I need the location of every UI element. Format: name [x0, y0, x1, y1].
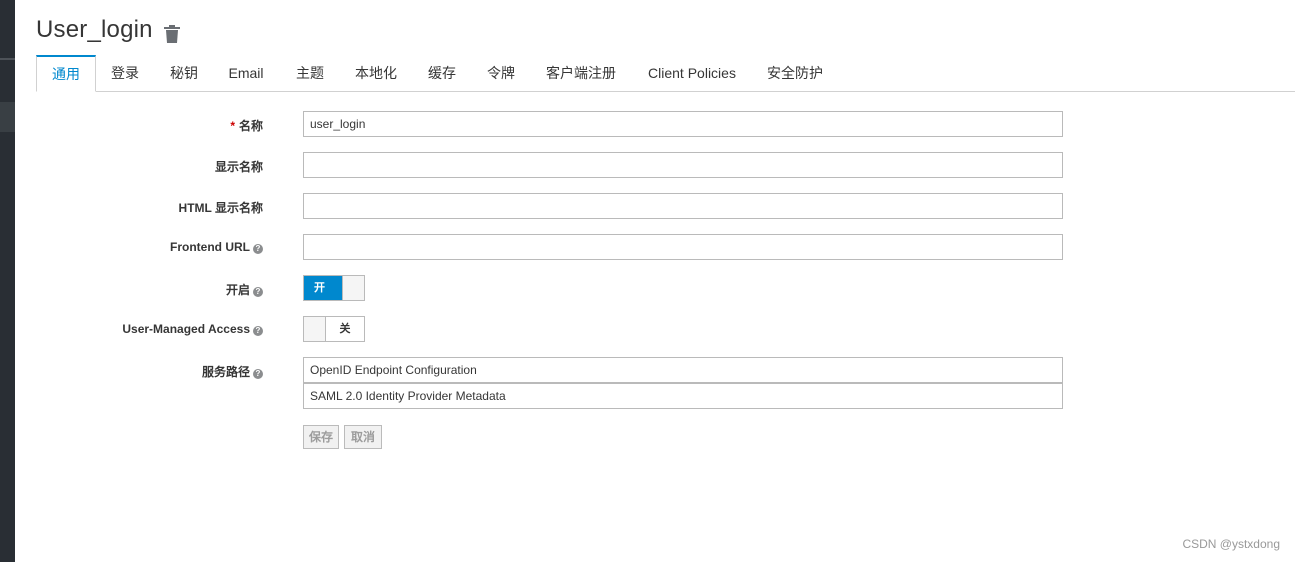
cancel-button[interactable]: 取消 — [344, 425, 382, 449]
user-managed-access-toggle[interactable]: 关 — [303, 316, 365, 342]
endpoints-label-text: 服务路径 — [201, 365, 250, 379]
user-managed-access-label-row: User-Managed Access? — [0, 316, 263, 342]
question-circle-icon[interactable]: ? — [253, 287, 263, 297]
watermark: CSDN @ystxdong — [1182, 537, 1280, 551]
user-managed-access-label: User-Managed Access? — [122, 322, 263, 336]
page-title: User_login — [36, 16, 153, 43]
display-name-label-row: 显示名称 — [0, 152, 263, 178]
tab-email[interactable]: Email — [220, 55, 272, 91]
sidebar-divider — [0, 58, 15, 60]
name-label: * 名称 — [230, 117, 263, 134]
openid-endpoint-link[interactable]: OpenID Endpoint Configuration — [303, 357, 1063, 383]
question-circle-icon[interactable]: ? — [253, 244, 263, 254]
toggle-knob — [304, 317, 326, 341]
toggle-off-state: 关 — [326, 317, 364, 341]
enabled-label-row: 开启? — [0, 275, 263, 301]
question-circle-icon[interactable]: ? — [253, 369, 263, 379]
trash-icon[interactable] — [163, 24, 181, 44]
tab-themes[interactable]: 主题 — [286, 55, 334, 91]
tab-tokens[interactable]: 令牌 — [478, 55, 524, 91]
frontend-url-label-row: Frontend URL? — [0, 234, 263, 260]
frontend-url-label: Frontend URL? — [170, 240, 263, 254]
frontend-url-label-text: Frontend URL — [170, 240, 250, 254]
html-display-name-input[interactable] — [303, 193, 1063, 219]
enabled-toggle[interactable]: 开 — [303, 275, 365, 301]
name-label-row: * 名称 — [0, 111, 263, 137]
toggle-on-state: 开 — [304, 276, 343, 300]
tab-cache[interactable]: 缓存 — [420, 55, 464, 91]
realm-settings-tabs: 通用 登录 秘钥 Email 主题 本地化 缓存 令牌 客户端注册 Client… — [36, 55, 1295, 92]
tab-security-defenses[interactable]: 安全防护 — [758, 55, 832, 91]
frontend-url-input[interactable] — [303, 234, 1063, 260]
tab-client-policies[interactable]: Client Policies — [640, 55, 744, 91]
tab-localization[interactable]: 本地化 — [346, 55, 406, 91]
endpoints-label-row: 服务路径? — [0, 357, 263, 383]
user-managed-access-label-text: User-Managed Access — [122, 322, 250, 336]
html-display-name-label: HTML 显示名称 — [178, 201, 263, 215]
saml-metadata-link[interactable]: SAML 2.0 Identity Provider Metadata — [303, 383, 1063, 409]
required-marker: * — [230, 119, 235, 133]
name-input[interactable] — [303, 111, 1063, 137]
display-name-input[interactable] — [303, 152, 1063, 178]
tab-general[interactable]: 通用 — [36, 55, 96, 92]
question-circle-icon[interactable]: ? — [253, 326, 263, 336]
endpoints-label: 服务路径? — [202, 363, 263, 380]
save-button[interactable]: 保存 — [303, 425, 339, 449]
tab-keys[interactable]: 秘钥 — [158, 55, 210, 91]
tab-client-registration[interactable]: 客户端注册 — [536, 55, 626, 91]
enabled-label-text: 开启 — [225, 283, 250, 297]
enabled-label: 开启? — [226, 281, 263, 298]
html-display-name-label-row: HTML 显示名称 — [0, 193, 263, 219]
tab-login[interactable]: 登录 — [100, 55, 150, 91]
display-name-label: 显示名称 — [214, 160, 263, 174]
toggle-knob — [342, 276, 364, 300]
name-label-text: 名称 — [238, 119, 263, 133]
